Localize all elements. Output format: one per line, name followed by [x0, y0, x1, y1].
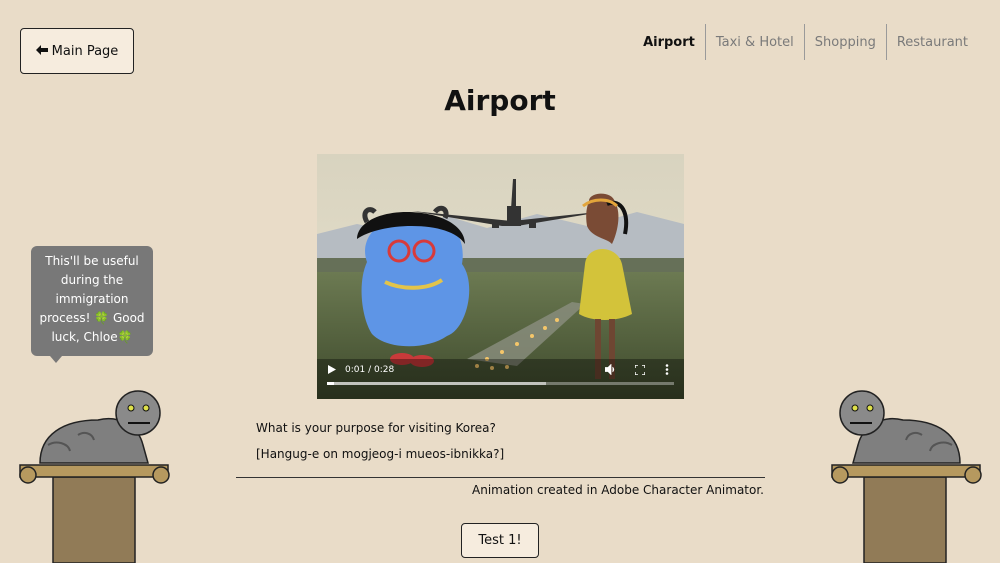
top-nav: Airport Taxi & Hotel Shopping Restaurant [633, 24, 978, 60]
dialogue-romanization: [Hangug-e on mogjeog-i mueos-ibnikka?] [256, 447, 505, 461]
speech-bubble: This'll be useful during the immigration… [31, 246, 153, 356]
volume-icon[interactable] [605, 364, 616, 375]
video-progress-bar[interactable] [327, 382, 674, 385]
nav-item-airport[interactable]: Airport [633, 24, 705, 60]
arrow-left-icon [35, 44, 48, 59]
divider [236, 477, 765, 478]
main-page-label: Main Page [51, 43, 119, 59]
nav-item-taxi-hotel[interactable]: Taxi & Hotel [704, 24, 804, 60]
haetae-statue-left-icon [19, 390, 170, 563]
fullscreen-icon[interactable] [635, 365, 645, 375]
haetae-statue-right-icon [831, 390, 982, 563]
nav-item-shopping[interactable]: Shopping [803, 24, 886, 60]
nav-item-restaurant[interactable]: Restaurant [885, 24, 978, 60]
video-buffer-fill [327, 382, 546, 385]
main-page-button[interactable]: Main Page [20, 28, 134, 74]
video-controls: 0:01 / 0:28 [317, 359, 684, 399]
animation-caption: Animation created in Adobe Character Ani… [472, 483, 764, 497]
page-title: Airport [444, 84, 556, 117]
more-options-icon[interactable] [665, 364, 669, 375]
test-button[interactable]: Test 1! [461, 523, 539, 558]
video-time: 0:01 / 0:28 [345, 365, 395, 375]
play-icon[interactable] [328, 365, 336, 374]
speech-bubble-tail [50, 356, 62, 363]
dialogue-question: What is your purpose for visiting Korea? [256, 421, 496, 435]
video-player[interactable]: 0:01 / 0:28 [317, 154, 684, 399]
